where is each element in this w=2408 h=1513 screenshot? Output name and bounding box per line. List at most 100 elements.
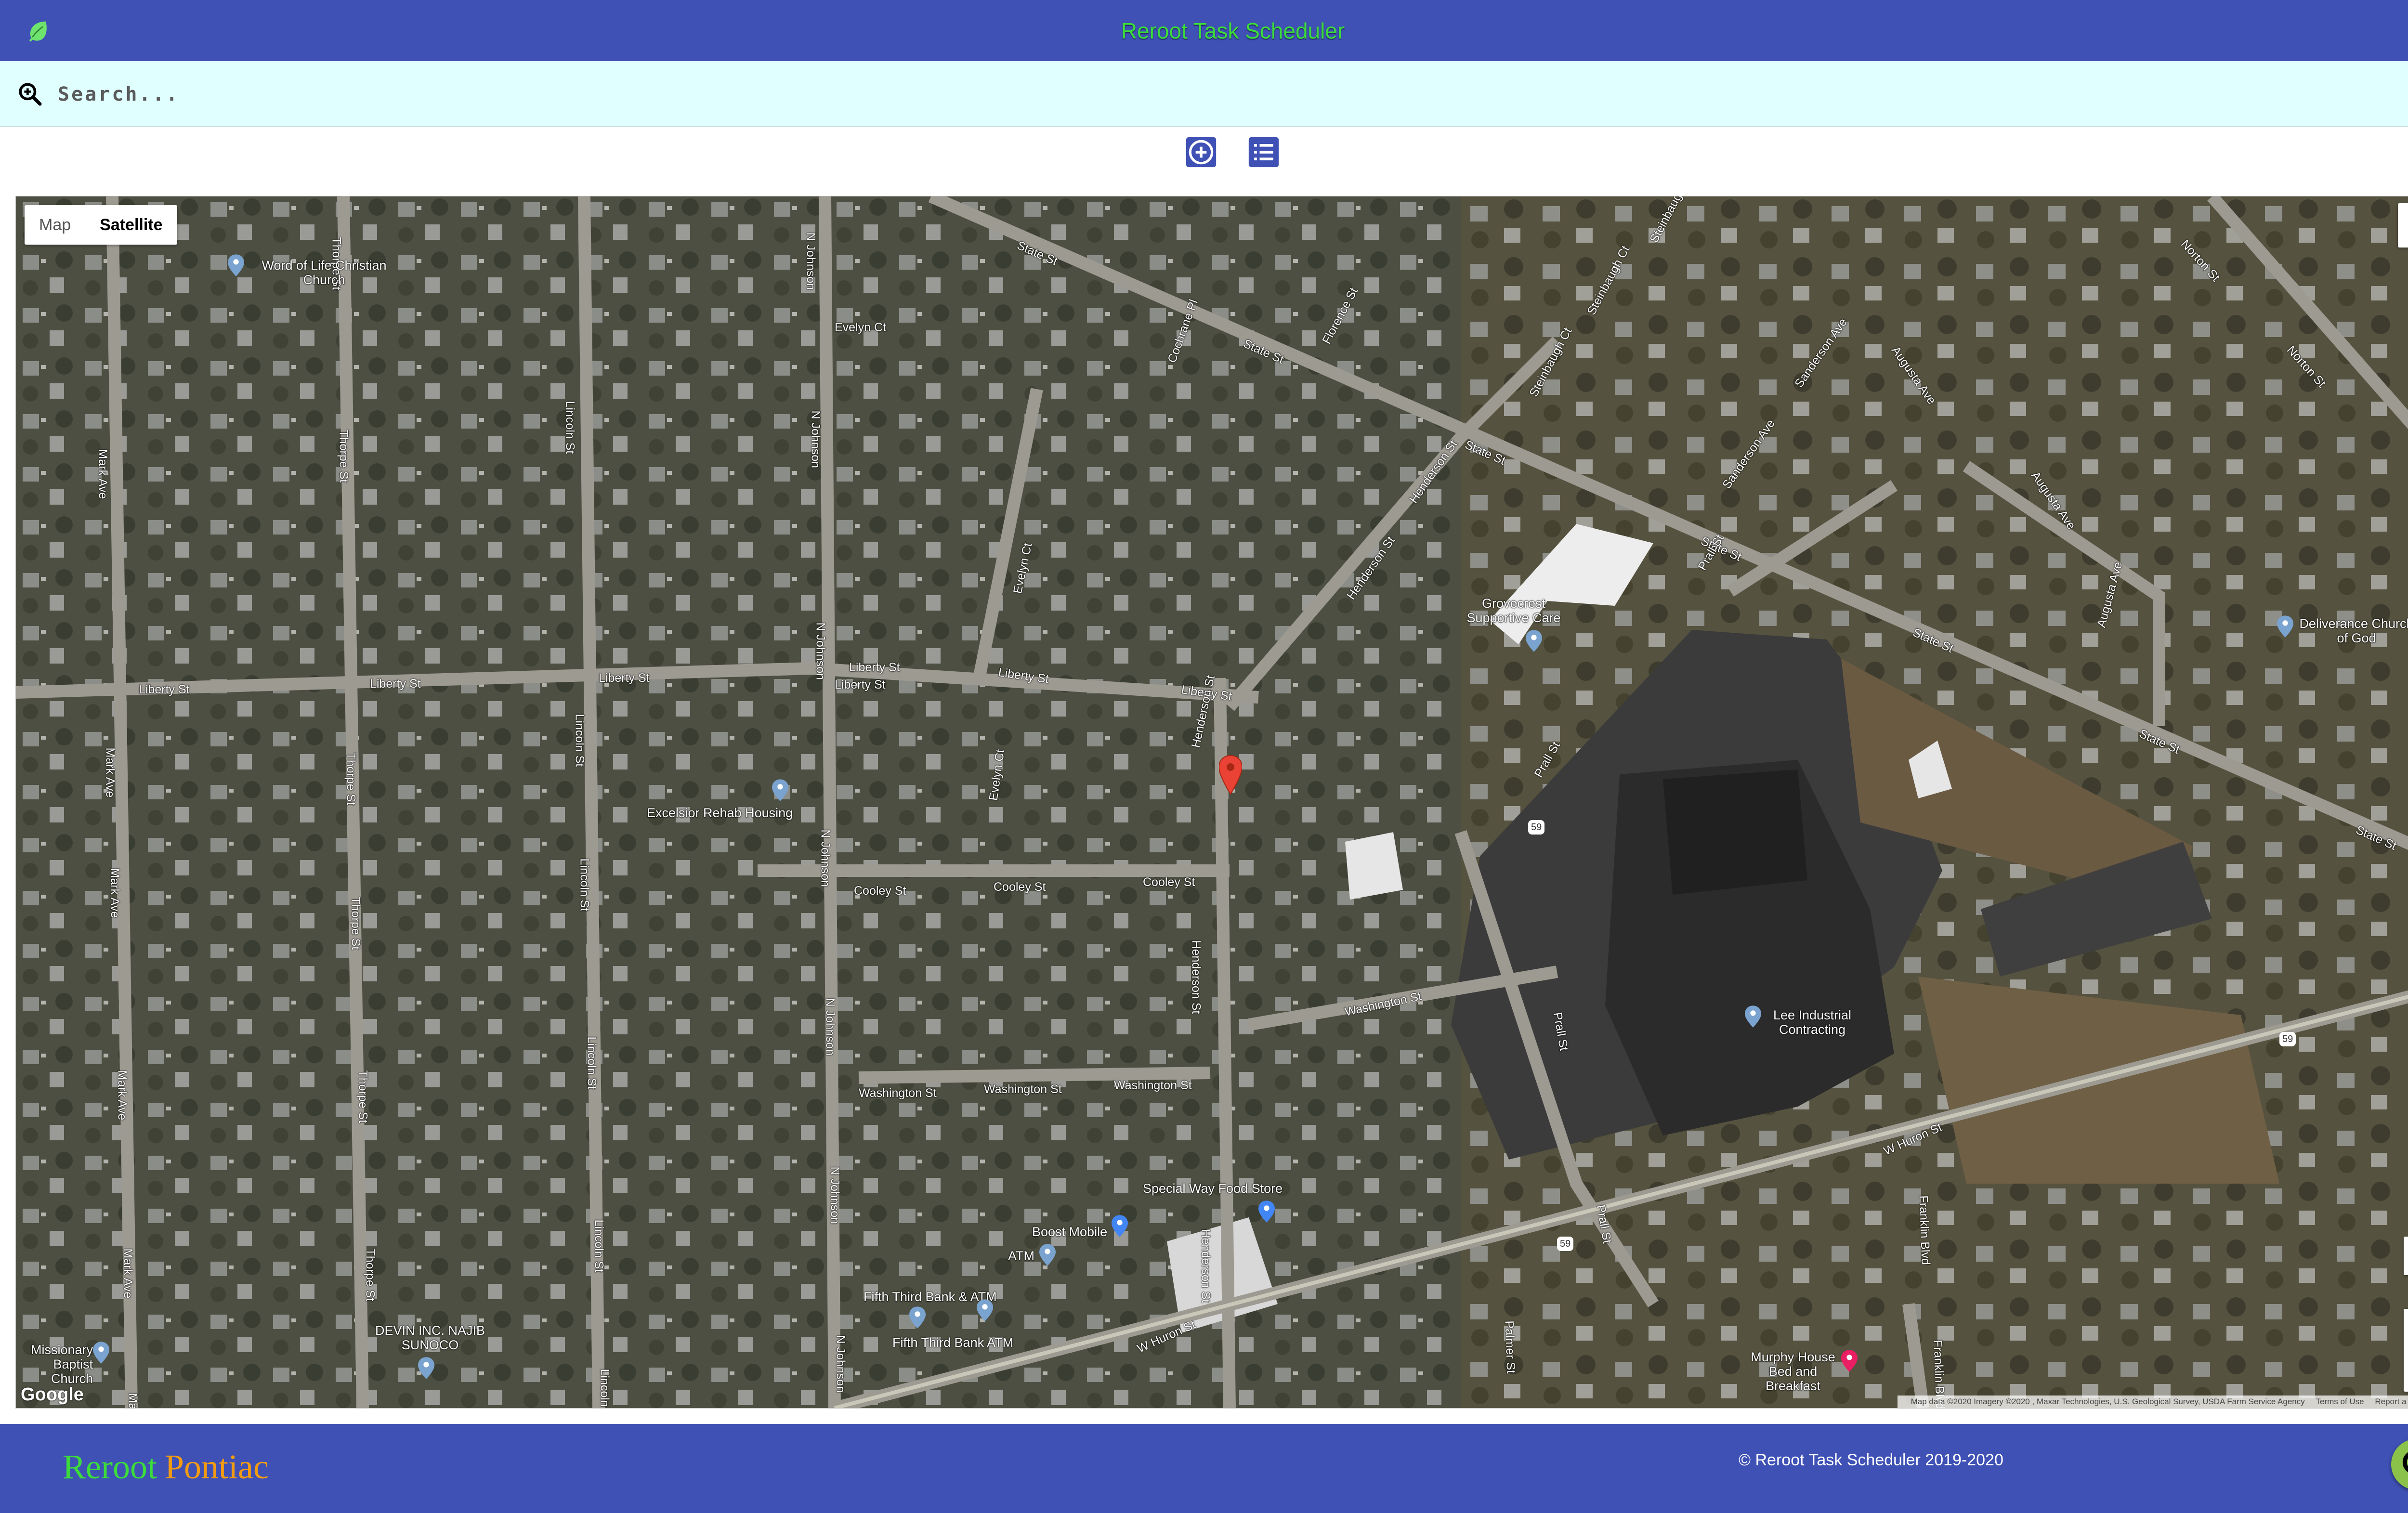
street-label: N Johnson (813, 622, 827, 680)
street-view-button[interactable] (2404, 1237, 2408, 1275)
poi-label[interactable]: Murphy House Bed and Breakfast (1740, 1350, 1846, 1393)
zoom-control: + − (2404, 1309, 2408, 1392)
phone-store-pin-icon[interactable] (1112, 1215, 1128, 1237)
street-label: N Johnson (828, 1166, 842, 1225)
street-label: N Johnson (809, 410, 823, 469)
list-icon[interactable] (1247, 136, 1280, 169)
street-label: Lincoln St (592, 1219, 606, 1273)
street-label: Mark Ave (126, 1393, 140, 1409)
zoom-search-icon[interactable] (16, 80, 43, 107)
poi-label[interactable]: Special Way Food Store (1143, 1181, 1283, 1196)
street-label: Cooley St (994, 880, 1046, 894)
street-label: Henderson St (1189, 940, 1203, 1014)
map-type-satellite-button[interactable]: Satellite (85, 205, 177, 245)
search-bar (0, 61, 2408, 127)
church-pin-icon[interactable] (228, 254, 244, 276)
poi-label[interactable]: Boost Mobile (1032, 1225, 1107, 1239)
brand-second-word: Pontiac (164, 1448, 269, 1486)
fullscreen-icon (2398, 203, 2408, 248)
zoom-out-button[interactable]: − (2404, 1351, 2408, 1393)
poi-label[interactable]: Missionary Baptist Church (16, 1343, 93, 1386)
street-label: Mark Ave (115, 1070, 129, 1121)
street-label: Washington St (1114, 1079, 1192, 1092)
street-label: Mark Ave (121, 1248, 135, 1299)
street-label: Palmer St (1502, 1320, 1518, 1374)
street-label: Lincoln St (585, 1036, 599, 1090)
street-label: Washington St (984, 1083, 1062, 1096)
brand-first-word: Reroot (63, 1448, 157, 1486)
care-pin-icon[interactable] (1526, 630, 1542, 652)
search-icon (2402, 1452, 2408, 1473)
satellite-map[interactable]: State St State St State St State St Stat… (15, 196, 2408, 1409)
street-label: N Johnson (834, 1335, 848, 1393)
poi-label[interactable]: Excelsior Rehab Housing (647, 806, 793, 820)
route-shield: 59 (1528, 820, 1545, 835)
street-label: Thorpe St (344, 752, 358, 806)
pegman-icon (2404, 1237, 2408, 1275)
church-pin-icon[interactable] (93, 1342, 109, 1364)
bank-pin-icon[interactable] (909, 1306, 926, 1329)
action-toolbar (0, 126, 2408, 196)
poi-label[interactable]: Lee Industrial Contracting (1754, 1008, 1870, 1037)
street-label: Cooley St (1143, 875, 1195, 889)
street-label: Thorpe St (356, 1070, 370, 1123)
street-label: N Johnson (818, 829, 832, 887)
app-header: Reroot Task Scheduler (0, 0, 2408, 61)
route-shield: 59 (1557, 1237, 1574, 1251)
search-fab-button[interactable] (2391, 1439, 2408, 1490)
poi-label[interactable]: Grovecrest Supportive Care (1456, 596, 1571, 625)
bank-pin-icon[interactable] (977, 1299, 993, 1321)
street-label: Liberty St (370, 677, 421, 691)
street-label: Liberty St (849, 661, 900, 674)
poi-label[interactable]: Fifth Third Bank ATM (892, 1335, 1013, 1350)
church-pin-icon[interactable] (2277, 615, 2293, 638)
app-footer: Reroot Pontiac © Reroot Task Scheduler 20… (0, 1424, 2408, 1513)
street-label: Liberty St (139, 683, 190, 696)
satellite-imagery (16, 196, 2408, 1408)
copyright-text: © Reroot Task Scheduler 2019-2020 (1739, 1451, 2003, 1469)
street-label: N Johnson (823, 998, 837, 1056)
street-label: Franklin Blvd (1916, 1195, 1933, 1265)
zoom-in-button[interactable]: + (2404, 1309, 2408, 1350)
street-label: Lincoln St (563, 401, 577, 454)
street-label: Evelyn Ct (835, 321, 886, 334)
terms-of-use-link[interactable]: Terms of Use (2316, 1397, 2364, 1406)
gas-station-pin-icon[interactable] (418, 1357, 434, 1379)
street-label: N Johnson (804, 232, 818, 290)
reroot-pontiac-logo[interactable]: Reroot Pontiac (63, 1447, 269, 1487)
red-location-pin-icon[interactable] (1219, 755, 1242, 795)
map-attribution: Map data ©2020 Imagery ©2020 , Maxar Tec… (1897, 1396, 2408, 1408)
housing-pin-icon[interactable] (772, 779, 788, 801)
street-label: Washington St (859, 1086, 937, 1100)
street-label: Thorpe St (349, 897, 363, 950)
street-label: Thorpe St (363, 1248, 377, 1302)
street-label: Lincoln St (577, 858, 591, 912)
route-shield: 59 (2279, 1032, 2296, 1046)
add-circle-icon[interactable] (1185, 136, 1217, 169)
street-label: Lincoln St (598, 1369, 612, 1409)
poi-label[interactable]: Word of Life Christian Church (252, 258, 396, 287)
street-label: Mark Ave (108, 868, 122, 918)
lodging-pin-icon[interactable] (1841, 1350, 1858, 1372)
poi-label[interactable]: ATM (1008, 1249, 1034, 1263)
street-label: Thorpe St (337, 430, 351, 483)
app-title: Reroot Task Scheduler (1121, 18, 1345, 43)
shopping-cart-pin-icon[interactable] (1258, 1200, 1275, 1223)
poi-label[interactable]: Deliverance Church of God (2296, 616, 2408, 645)
map-data-credit: Map data ©2020 Imagery ©2020 , Maxar Tec… (1911, 1397, 2305, 1406)
google-logo[interactable]: Google (21, 1384, 84, 1405)
street-label: Liberty St (835, 678, 886, 691)
report-map-error-link[interactable]: Report a map error (2375, 1397, 2408, 1406)
street-label: Mark Ave (96, 449, 110, 499)
street-label: Mark Ave (103, 747, 117, 798)
search-input[interactable] (57, 76, 2408, 113)
fullscreen-button[interactable] (2398, 203, 2408, 248)
poi-label[interactable]: DEVIN INC. NAJIB SUNOCO (372, 1323, 488, 1352)
atm-pin-icon[interactable] (1039, 1244, 1056, 1266)
street-label: Liberty St (599, 671, 650, 685)
street-label: Henderson St (1199, 1229, 1213, 1303)
street-label: Cooley St (854, 884, 906, 898)
map-type-control: Map Satellite (25, 205, 177, 245)
map-type-map-button[interactable]: Map (25, 205, 85, 245)
street-label: Lincoln St (573, 714, 587, 767)
